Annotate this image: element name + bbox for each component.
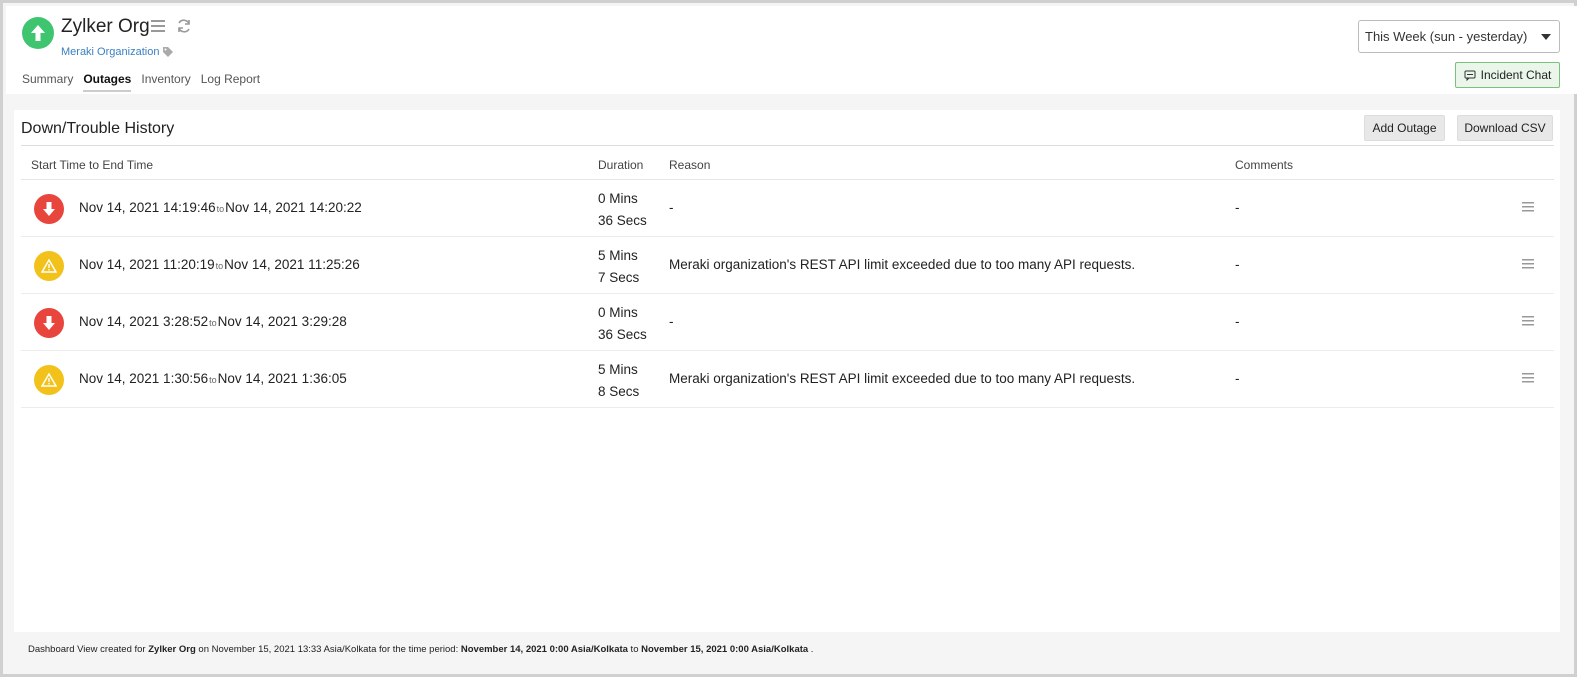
tab-inventory[interactable]: Inventory [141,72,190,92]
outage-table: Start Time to End Time Duration Reason C… [21,145,1554,408]
tab-outages[interactable]: Outages [83,72,132,92]
duration-minutes: 5 Mins [598,248,638,263]
duration-seconds: 7 Secs [598,270,640,285]
download-csv-button[interactable]: Download CSV [1457,115,1553,141]
status-up-icon [22,17,54,49]
row-menu-icon[interactable] [1522,259,1534,269]
start-time: Nov 14, 2021 14:19:46 [79,200,216,215]
down-arrow-icon [34,308,64,338]
incident-chat-button[interactable]: Incident Chat [1455,62,1560,88]
row-menu-icon[interactable] [1522,316,1534,326]
end-time: Nov 14, 2021 11:25:26 [224,257,360,272]
duration-seconds: 36 Secs [598,327,647,342]
footer-suffix: . [808,644,814,655]
footer-prefix: Dashboard View created for [28,644,149,655]
start-time: Nov 14, 2021 1:30:56 [79,371,209,386]
comment: - [1235,314,1240,329]
chat-icon [1464,70,1476,81]
tab-summary[interactable]: Summary [22,72,73,92]
panel-title: Down/Trouble History [21,120,175,137]
column-header-comments: Comments [1235,158,1294,172]
duration-minutes: 0 Mins [598,305,638,320]
to-label: to [216,204,225,214]
time-range: Nov 14, 2021 14:19:46toNov 14, 2021 14:2… [79,200,362,215]
table-row: Nov 14, 2021 3:28:52toNov 14, 2021 3:29:… [21,294,1554,351]
row-menu-icon[interactable] [1522,373,1534,383]
row-menu-icon[interactable] [1522,202,1534,212]
dashboard-footer: Dashboard View created for Zylker Org on… [28,644,813,655]
duration-minutes: 0 Mins [598,191,638,206]
monitor-header: Zylker Org Meraki Organization Summary O… [6,6,1577,94]
start-time: Nov 14, 2021 11:20:19 [79,257,215,272]
table-row: Nov 14, 2021 14:19:46toNov 14, 2021 14:2… [21,180,1554,237]
footer-period-end: November 15, 2021 0:00 Asia/Kolkata [641,644,809,655]
monitor-title: Zylker Org [61,16,150,37]
time-period-value: This Week (sun - yesterday) [1365,29,1528,44]
duration-seconds: 36 Secs [598,213,647,228]
time-range: Nov 14, 2021 3:28:52toNov 14, 2021 3:29:… [79,314,347,329]
page-frame: Zylker Org Meraki Organization Summary O… [0,0,1577,677]
chevron-down-icon [1541,34,1551,40]
warning-icon [34,251,64,281]
reason: Meraki organization's REST API limit exc… [669,257,1136,272]
time-range: Nov 14, 2021 1:30:56toNov 14, 2021 1:36:… [79,371,347,386]
to-label: to [209,375,217,385]
end-time: Nov 14, 2021 14:20:22 [225,200,362,215]
tab-bar: Summary Outages Inventory Log Report [22,72,260,92]
refresh-icon[interactable] [176,18,192,34]
column-header-duration: Duration [598,158,644,172]
end-time: Nov 14, 2021 1:36:05 [217,371,347,386]
comment: - [1235,200,1240,215]
footer-period-start: November 14, 2021 0:00 Asia/Kolkata [460,644,628,655]
duration: 0 Mins 36 Secs [598,188,647,232]
tab-log-report[interactable]: Log Report [201,72,260,92]
duration: 5 Mins 7 Secs [598,245,639,289]
table-row: Nov 14, 2021 1:30:56toNov 14, 2021 1:36:… [21,351,1554,408]
to-label: to [209,318,217,328]
tag-icon[interactable] [162,46,174,58]
column-header-time: Start Time to End Time [31,158,154,172]
duration: 5 Mins 8 Secs [598,359,639,403]
down-arrow-icon [34,194,64,224]
comment: - [1235,371,1240,386]
reason: - [669,200,674,215]
table-header: Start Time to End Time Duration Reason C… [21,145,1554,180]
outage-history-panel: Down/Trouble History Add Outage Download… [14,110,1560,632]
add-outage-button[interactable]: Add Outage [1364,115,1445,141]
to-label: to [215,261,224,271]
time-period-select[interactable]: This Week (sun - yesterday) [1358,20,1560,53]
warning-icon [34,365,64,395]
footer-to: to [627,644,642,655]
hamburger-menu-icon[interactable] [151,20,165,32]
reason: Meraki organization's REST API limit exc… [669,371,1136,386]
duration: 0 Mins 36 Secs [598,302,647,346]
time-range: Nov 14, 2021 11:20:19toNov 14, 2021 11:2… [79,257,360,272]
column-header-reason: Reason [669,158,711,172]
comment: - [1235,257,1240,272]
duration-minutes: 5 Mins [598,362,638,377]
table-row: Nov 14, 2021 11:20:19toNov 14, 2021 11:2… [21,237,1554,294]
footer-org: Zylker Org [148,644,196,655]
start-time: Nov 14, 2021 3:28:52 [79,314,209,329]
reason: - [669,314,674,329]
incident-chat-label: Incident Chat [1480,68,1552,82]
end-time: Nov 14, 2021 3:29:28 [217,314,347,329]
monitor-type-link[interactable]: Meraki Organization [61,46,159,58]
footer-created-on: on November 15, 2021 13:33 Asia/Kolkata … [195,644,461,655]
duration-seconds: 8 Secs [598,384,640,399]
